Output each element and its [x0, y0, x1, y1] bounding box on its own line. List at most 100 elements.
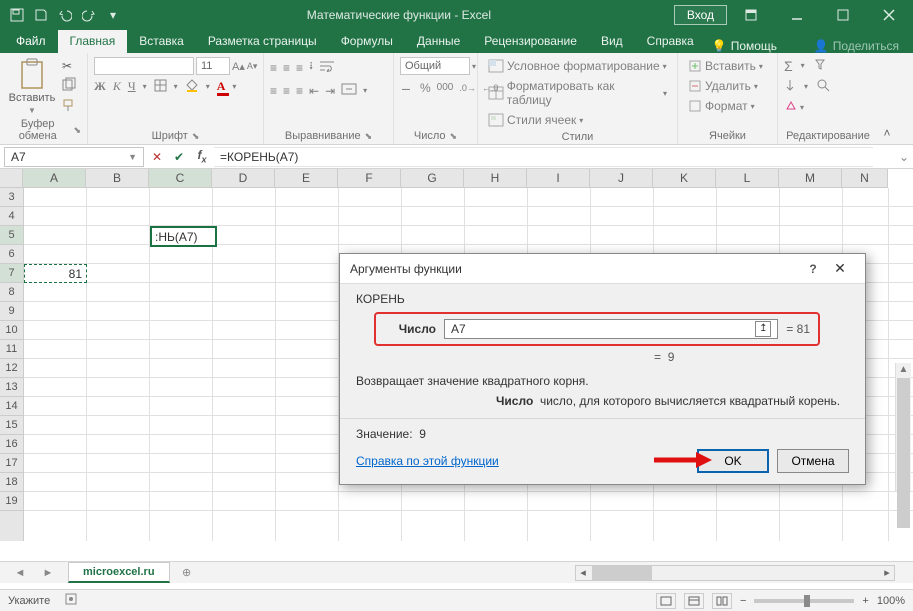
- bold-button[interactable]: Ж: [94, 79, 106, 94]
- cell-c5-active[interactable]: :НЬ(A7): [150, 226, 217, 247]
- percent-icon[interactable]: %: [420, 81, 431, 95]
- zoom-slider[interactable]: [754, 599, 854, 603]
- clipboard-launcher-icon[interactable]: ⬊: [73, 125, 81, 136]
- scroll-thumb[interactable]: [897, 378, 910, 528]
- view-pagebreak-icon[interactable]: [712, 593, 732, 609]
- row-header-15[interactable]: 15: [0, 416, 23, 435]
- cancel-entry-icon[interactable]: ✕: [146, 150, 168, 164]
- select-all-corner[interactable]: [0, 169, 23, 188]
- row-header-13[interactable]: 13: [0, 378, 23, 397]
- cancel-button[interactable]: Отмена: [777, 449, 849, 473]
- col-header-G[interactable]: G: [401, 169, 464, 187]
- dialog-help-icon[interactable]: ?: [801, 262, 825, 276]
- hscroll-right-icon[interactable]: ▸: [880, 566, 894, 579]
- find-icon[interactable]: [816, 78, 830, 95]
- grow-font-icon[interactable]: A▴: [232, 60, 245, 73]
- formula-input[interactable]: =КОРЕНЬ(A7): [214, 147, 873, 167]
- horizontal-scrollbar[interactable]: ◂ ▸: [575, 565, 895, 581]
- align-middle-icon[interactable]: ≡: [283, 61, 290, 75]
- login-button[interactable]: Вход: [674, 5, 727, 25]
- merge-icon[interactable]: [341, 83, 357, 98]
- col-header-E[interactable]: E: [275, 169, 338, 187]
- indent-dec-icon[interactable]: ⇤: [309, 84, 319, 98]
- align-launcher-icon[interactable]: ⬊: [365, 131, 373, 142]
- function-help-link[interactable]: Справка по этой функции: [356, 454, 499, 468]
- row-headers[interactable]: 345678910111213141516171819: [0, 188, 24, 541]
- view-layout-icon[interactable]: [684, 593, 704, 609]
- row-header-17[interactable]: 17: [0, 454, 23, 473]
- row-header-11[interactable]: 11: [0, 340, 23, 359]
- border-icon[interactable]: [154, 79, 167, 95]
- align-top-icon[interactable]: ≡: [270, 61, 277, 75]
- cell-a7-marching[interactable]: 81: [24, 264, 87, 283]
- cell-styles-button[interactable]: Стили ячеек ▾: [484, 111, 671, 129]
- tab-file[interactable]: Файл: [4, 30, 58, 53]
- maximize-icon[interactable]: [821, 1, 865, 29]
- row-header-6[interactable]: 6: [0, 245, 23, 264]
- expand-formula-icon[interactable]: ⌄: [895, 150, 913, 164]
- inc-decimal-icon[interactable]: .0→: [459, 83, 476, 93]
- tell-me[interactable]: 💡Помощь: [712, 39, 777, 53]
- zoom-value[interactable]: 100%: [877, 595, 905, 607]
- tab-review[interactable]: Рецензирование: [472, 30, 589, 53]
- wrap-text-icon[interactable]: [319, 60, 335, 75]
- tab-view[interactable]: Вид: [589, 30, 635, 53]
- share-button[interactable]: 👤Поделиться: [814, 39, 913, 53]
- sort-filter-icon[interactable]: [813, 57, 827, 74]
- fill-icon[interactable]: [784, 79, 796, 94]
- row-header-14[interactable]: 14: [0, 397, 23, 416]
- italic-button[interactable]: К: [113, 79, 121, 94]
- format-painter-icon[interactable]: [62, 98, 76, 115]
- column-headers[interactable]: ABCDEFGHIJKLMN: [23, 169, 888, 188]
- undo-icon[interactable]: [54, 4, 76, 26]
- col-header-I[interactable]: I: [527, 169, 590, 187]
- row-header-7[interactable]: 7: [0, 264, 23, 283]
- copy-icon[interactable]: [62, 77, 76, 94]
- col-header-N[interactable]: N: [842, 169, 888, 187]
- currency-icon[interactable]: ⚊: [400, 79, 414, 96]
- number-format-select[interactable]: [400, 57, 470, 75]
- tab-insert[interactable]: Вставка: [127, 30, 196, 53]
- align-bottom-icon[interactable]: ≡: [296, 61, 303, 75]
- zoom-out-icon[interactable]: −: [740, 595, 746, 607]
- close-icon[interactable]: [867, 1, 911, 29]
- comma-icon[interactable]: 000: [437, 82, 454, 93]
- align-right-icon[interactable]: ≡: [296, 84, 303, 98]
- dialog-close-icon[interactable]: ✕: [825, 260, 855, 277]
- clear-icon[interactable]: [784, 99, 798, 116]
- view-normal-icon[interactable]: [656, 593, 676, 609]
- col-header-H[interactable]: H: [464, 169, 527, 187]
- col-header-B[interactable]: B: [86, 169, 149, 187]
- dialog-titlebar[interactable]: Аргументы функции ? ✕: [340, 254, 865, 284]
- font-color-icon[interactable]: А: [217, 79, 226, 94]
- format-cells-button[interactable]: Формат ▾: [684, 97, 771, 115]
- row-header-16[interactable]: 16: [0, 435, 23, 454]
- col-header-D[interactable]: D: [212, 169, 275, 187]
- row-header-10[interactable]: 10: [0, 321, 23, 340]
- row-header-9[interactable]: 9: [0, 302, 23, 321]
- sheet-tab-active[interactable]: microexcel.ru: [68, 562, 170, 583]
- redo-icon[interactable]: [78, 4, 100, 26]
- save-icon[interactable]: [30, 4, 52, 26]
- insert-cells-button[interactable]: Вставить ▾: [684, 57, 771, 75]
- underline-button[interactable]: Ч: [128, 79, 136, 94]
- tab-formulas[interactable]: Формулы: [329, 30, 405, 53]
- scroll-up-icon[interactable]: ▲: [896, 363, 911, 377]
- font-size-input[interactable]: [196, 57, 230, 75]
- zoom-in-icon[interactable]: +: [862, 595, 868, 607]
- tab-nav-prev-icon[interactable]: ◄: [15, 567, 26, 579]
- align-left-icon[interactable]: ≡: [270, 84, 277, 98]
- col-header-M[interactable]: M: [779, 169, 842, 187]
- orientation-icon[interactable]: ⭭: [309, 57, 313, 78]
- insert-function-icon[interactable]: fx: [190, 148, 214, 164]
- vertical-scrollbar[interactable]: ▲: [895, 363, 911, 491]
- col-header-F[interactable]: F: [338, 169, 401, 187]
- font-name-input[interactable]: [94, 57, 194, 75]
- hscroll-thumb[interactable]: [592, 566, 652, 580]
- range-picker-icon[interactable]: ↥: [755, 321, 771, 337]
- shrink-font-icon[interactable]: A▾: [247, 61, 258, 72]
- tab-home[interactable]: Главная: [58, 30, 128, 53]
- col-header-L[interactable]: L: [716, 169, 779, 187]
- name-box[interactable]: A7▼: [4, 147, 144, 167]
- indent-inc-icon[interactable]: ⇥: [325, 84, 335, 98]
